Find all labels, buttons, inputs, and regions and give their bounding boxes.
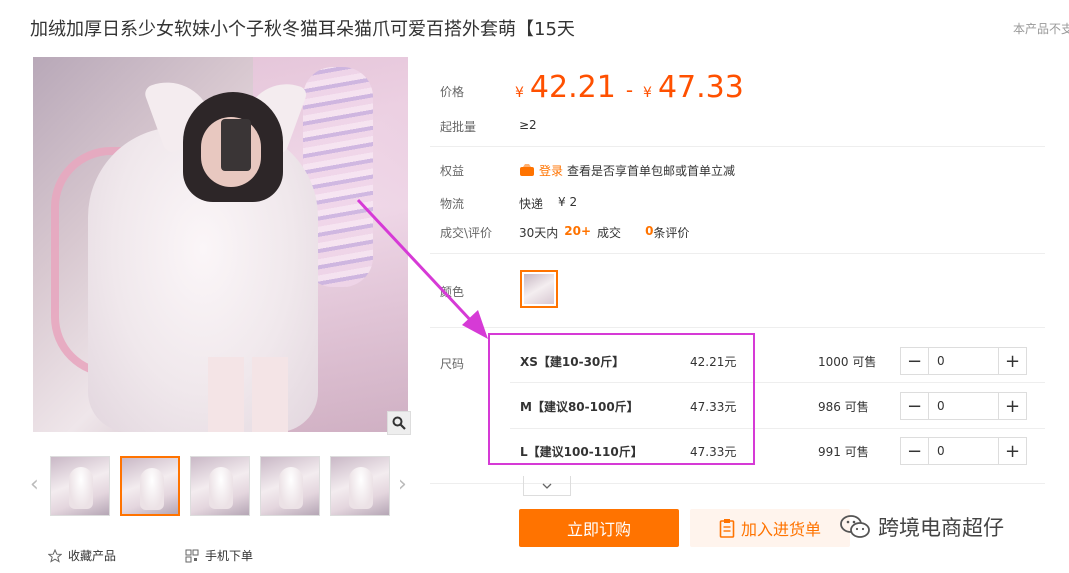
size-stock: 986 可售 (818, 399, 869, 414)
quantity-input[interactable] (929, 438, 998, 464)
clipboard-icon (719, 519, 735, 538)
favorite-label: 收藏产品 (68, 549, 117, 563)
qrcode-icon (185, 549, 199, 562)
zoom-icon[interactable] (387, 411, 411, 435)
price-dash: - (625, 78, 634, 102)
decrement-button[interactable]: − (901, 438, 929, 464)
min-order-value: ≥2 (519, 118, 537, 132)
min-order-label: 起批量 (440, 120, 477, 134)
deals-value: 30天内 20+ 成交 0 条评价 (519, 224, 689, 241)
wechat-icon (840, 515, 870, 538)
add-to-cart-label: 加入进货单 (740, 520, 821, 539)
quantity-input[interactable] (929, 348, 998, 374)
increment-button[interactable]: + (998, 438, 1026, 464)
order-now-button[interactable]: 立即订购 (519, 509, 679, 547)
thumb-prev-icon[interactable]: ‹ (30, 472, 39, 497)
logistics-fee: ¥ 2 (558, 195, 578, 209)
deals-count: 20+ (564, 224, 592, 238)
policy-note: 本产品不支 (1013, 22, 1069, 36)
price-label: 价格 (440, 85, 465, 99)
divider (430, 146, 1045, 147)
thumbnail[interactable] (260, 456, 320, 516)
product-title: 加绒加厚日系少女软妹小个子秋冬猫耳朵猫爪可爱百搭外套萌【15天 (30, 19, 575, 40)
quantity-stepper: − + (900, 392, 1027, 420)
rights-value: 登录 查看是否享首单包邮或首单立减 (519, 162, 735, 179)
deals-prefix: 30天内 (519, 226, 559, 240)
color-thumbnail (524, 274, 554, 304)
thumbnail[interactable] (330, 456, 390, 516)
thumbnail[interactable] (190, 456, 250, 516)
annotation-highlight-box (488, 333, 755, 465)
reviews-count[interactable]: 0 (645, 224, 653, 241)
deals-suffix: 成交 (597, 226, 622, 240)
divider (430, 253, 1045, 254)
watermark: 跨境电商超仔 (840, 512, 1004, 542)
size-stock: 1000 可售 (818, 354, 877, 369)
favorite-button[interactable]: 收藏产品 (48, 547, 116, 564)
currency-symbol: ¥ (643, 85, 652, 101)
increment-button[interactable]: + (998, 348, 1026, 374)
price-low: 42.21 (529, 70, 616, 105)
currency-symbol: ¥ (515, 85, 524, 101)
decrement-button[interactable]: − (901, 393, 929, 419)
image-phone (221, 119, 251, 171)
coupon-icon (520, 163, 534, 176)
logistics-method: 快递 (519, 197, 544, 211)
star-icon (48, 548, 62, 563)
price-range: ¥ 42.21 - ¥ 47.33 (515, 70, 744, 105)
annotation-arrow-icon (356, 198, 488, 339)
size-label: 尺码 (440, 357, 465, 371)
rights-label: 权益 (440, 164, 465, 178)
color-option-selected[interactable] (520, 270, 558, 308)
watermark-text: 跨境电商超仔 (878, 516, 1004, 540)
login-link[interactable]: 登录 (539, 162, 563, 179)
mobile-order-label: 手机下单 (205, 549, 254, 563)
quantity-stepper: − + (900, 347, 1027, 375)
reviews-suffix: 条评价 (653, 226, 690, 240)
add-to-cart-button[interactable]: 加入进货单 (690, 509, 850, 547)
chevron-down-icon (542, 483, 552, 489)
quantity-input[interactable] (929, 393, 998, 419)
divider (430, 327, 1045, 328)
size-stock: 991 可售 (818, 444, 869, 459)
increment-button[interactable]: + (998, 393, 1026, 419)
price-high: 47.33 (657, 70, 744, 105)
expand-sizes-button[interactable] (523, 476, 571, 496)
thumbnail[interactable] (50, 456, 110, 516)
image-legs (208, 357, 288, 432)
thumbnail-strip (50, 456, 390, 516)
quantity-stepper: − + (900, 437, 1027, 465)
thumbnail-active[interactable] (120, 456, 180, 516)
rights-text: 查看是否享首单包邮或首单立减 (567, 164, 736, 178)
mobile-order-button[interactable]: 手机下单 (185, 547, 253, 564)
decrement-button[interactable]: − (901, 348, 929, 374)
thumb-next-icon[interactable]: › (398, 472, 407, 497)
